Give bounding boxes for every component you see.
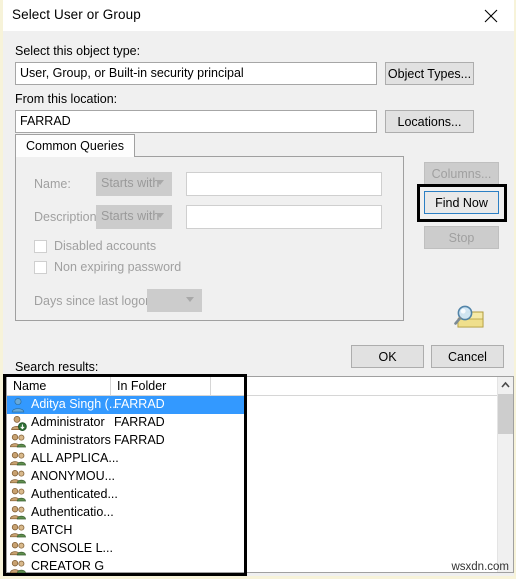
results-row[interactable]: CONSOLE L... [7,540,247,558]
days-since-logon-label: Days since last logon: [34,294,156,308]
results-row-name: BATCH [31,523,73,537]
results-row-name: Administrator [31,415,105,429]
days-since-logon-combo[interactable] [147,289,202,312]
search-results-panel: Name In Folder Aditya Singh (... FARRAD Ad… [6,376,514,576]
results-row-folder: FARRAD [114,397,165,411]
title-bar: Select User or Group [3,0,514,31]
non-expiring-password-checkbox[interactable] [34,261,47,274]
name-operator-value: Starts with [101,176,160,190]
results-row[interactable]: Administrators FARRAD [7,432,247,450]
common-queries-panel: Name: Starts with Description: Starts wi… [15,156,404,321]
close-button[interactable] [469,0,514,31]
group-icon [10,451,27,467]
column-header-in-folder-label: In Folder [117,379,167,393]
name-label: Name: [34,177,71,191]
find-now-button[interactable]: Find Now [424,191,499,214]
results-scrollbar[interactable] [497,377,513,572]
group-icon [10,469,27,485]
results-row-name: Aditya Singh (... [31,397,120,411]
chevron-down-icon [156,213,164,218]
tab-common-queries-label: Common Queries [26,139,124,153]
results-row[interactable]: ANONYMOU... [7,468,247,486]
object-types-button[interactable]: Object Types... [385,62,474,85]
group-icon [10,505,27,521]
user-icon [10,397,27,413]
results-row[interactable]: Authenticatio... [7,504,247,522]
results-row[interactable]: Aditya Singh (... FARRAD [7,396,247,414]
object-type-label: Select this object type: [15,44,141,58]
location-field[interactable]: FARRAD [15,110,377,133]
non-expiring-password-label: Non expiring password [54,260,182,274]
description-label: Description: [34,210,100,224]
description-operator-value: Starts with [101,209,160,223]
column-header-in-folder[interactable]: In Folder [111,377,211,396]
results-row[interactable]: Administrator FARRAD [7,414,247,432]
name-value-field[interactable] [186,172,382,196]
results-row-folder: FARRAD [114,433,165,447]
window-title: Select User or Group [12,7,141,22]
close-icon [484,9,498,23]
results-header-row: Name In Folder [7,377,513,396]
name-operator-combo[interactable]: Starts with [96,172,172,196]
scrollbar-thumb[interactable] [498,394,513,434]
description-operator-combo[interactable]: Starts with [96,205,172,229]
results-row-folder: FARRAD [114,415,165,429]
chevron-down-icon [156,180,164,185]
locations-button[interactable]: Locations... [385,110,474,133]
description-value-field[interactable] [186,205,382,229]
results-row[interactable]: Authenticated... [7,486,247,504]
cancel-button[interactable]: Cancel [431,345,504,368]
group-icon [10,523,27,539]
ok-button[interactable]: OK [351,345,424,368]
columns-button[interactable]: Columns... [424,162,499,185]
column-header-name[interactable]: Name [7,377,111,396]
results-row-name: Administrators [31,433,111,447]
group-icon [10,487,27,503]
results-row[interactable]: ALL APPLICA... [7,450,247,468]
object-type-field[interactable]: User, Group, or Built-in security princi… [15,62,377,85]
search-results-label: Search results: [15,360,99,374]
watermark: wsxdn.com [451,561,509,573]
results-row-name: ALL APPLICA... [31,451,119,465]
select-user-or-group-dialog: Select User or Group Select this object … [3,0,514,576]
stop-button[interactable]: Stop [424,226,499,249]
chevron-down-icon [186,297,194,302]
results-row-name: CREATOR G [31,559,105,573]
user-admin-icon [10,415,27,431]
disabled-accounts-label: Disabled accounts [54,239,157,253]
results-row-name: Authenticated... [31,487,118,501]
results-row[interactable]: BATCH [7,522,247,540]
column-header-name-label: Name [13,379,47,393]
group-icon [10,559,27,575]
scroll-up-button[interactable] [498,377,513,394]
results-row-name: CONSOLE L... [31,541,113,555]
magnifier-folder-icon [454,305,484,328]
group-icon [10,541,27,557]
disabled-accounts-checkbox[interactable] [34,240,47,253]
results-row[interactable]: CREATOR G [7,558,247,576]
results-row-name: Authenticatio... [31,505,114,519]
query-tabstrip: Common Queries Name: Starts with Descrip… [15,134,404,321]
group-icon [10,433,27,449]
column-header-filler [211,377,513,396]
results-row-name: ANONYMOU... [31,469,116,483]
chevron-up-icon [501,381,510,388]
location-label: From this location: [15,92,118,106]
results-rows: Aditya Singh (... FARRAD Administrator FARR… [7,396,247,576]
tab-common-queries[interactable]: Common Queries [15,134,135,157]
